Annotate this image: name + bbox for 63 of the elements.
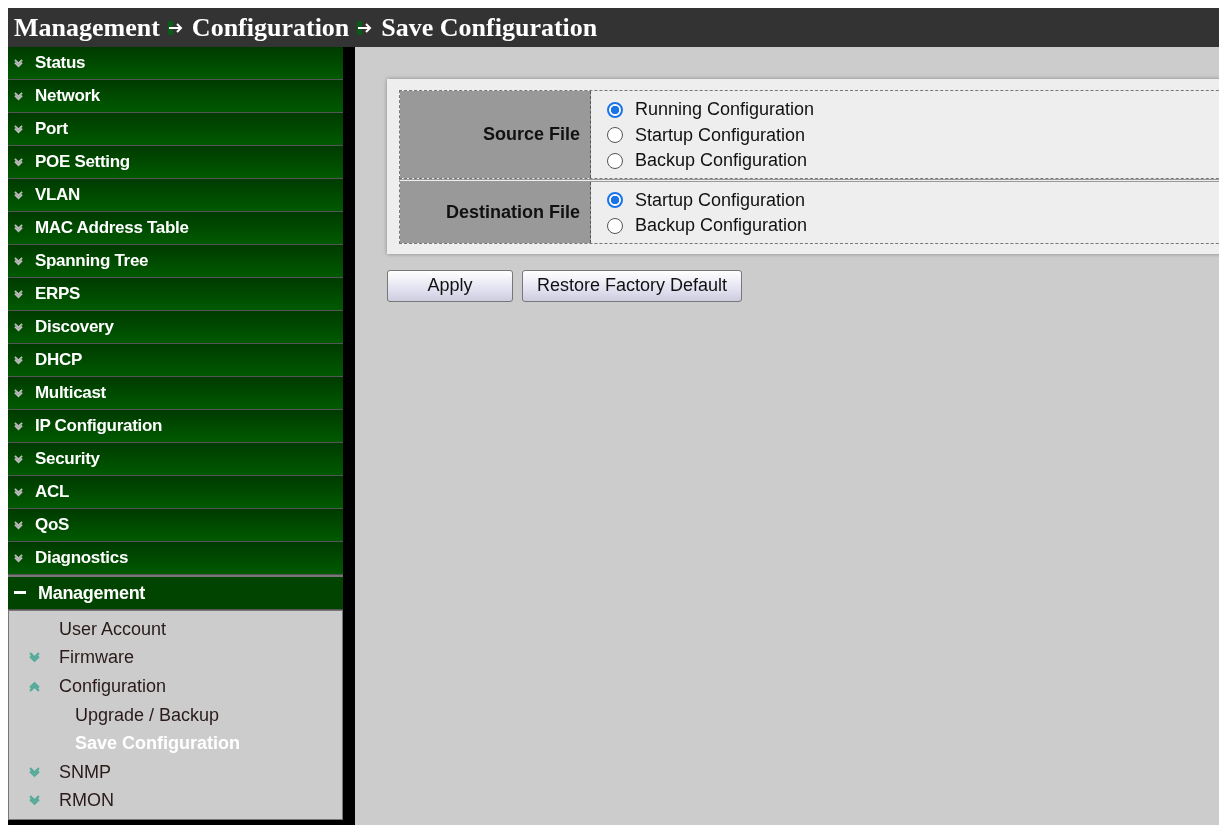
- sidebar-item[interactable]: IP Configuration: [8, 410, 343, 443]
- chevron-down-icon: [14, 91, 23, 101]
- radio-button[interactable]: [607, 127, 623, 144]
- minus-icon: [14, 591, 26, 595]
- chevron-down-icon: [14, 487, 23, 497]
- sidebar-item[interactable]: ACL: [8, 476, 343, 509]
- apply-button[interactable]: Apply: [387, 269, 513, 302]
- arrow-icon: [357, 20, 374, 35]
- radio-label: Startup Configuration: [635, 124, 806, 146]
- sidebar-subitem[interactable]: RMON: [59, 790, 114, 812]
- chevron-down-icon: [29, 652, 40, 664]
- sidebar-subitem[interactable]: SNMP: [59, 761, 111, 783]
- breadcrumb-item: Management: [14, 12, 160, 43]
- sidebar-item[interactable]: Status: [8, 47, 343, 80]
- field-label: Source File: [400, 91, 591, 178]
- radio-label: Backup Configuration: [635, 215, 808, 237]
- radio-label: Startup Configuration: [635, 189, 806, 211]
- chevron-down-icon: [14, 421, 23, 431]
- sidebar-item[interactable]: Security: [8, 443, 343, 476]
- sidebar-item[interactable]: Management: [8, 575, 343, 610]
- sidebar-subitem[interactable]: Firmware: [59, 647, 134, 669]
- chevron-down-icon: [14, 223, 23, 233]
- chevron-down-icon: [14, 58, 23, 68]
- sidebar-item[interactable]: Multicast: [8, 377, 343, 410]
- radio-button[interactable]: [607, 217, 623, 234]
- chevron-down-icon: [14, 355, 23, 365]
- sidebar-item[interactable]: VLAN: [8, 179, 343, 212]
- chevron-down-icon: [29, 766, 40, 778]
- sidebar-item[interactable]: POE Setting: [8, 146, 343, 179]
- sidebar-item[interactable]: Spanning Tree: [8, 245, 343, 278]
- sidebar-item[interactable]: Discovery: [8, 311, 343, 344]
- sidebar-item[interactable]: MAC Address Table: [8, 212, 343, 245]
- chevron-down-icon: [29, 795, 40, 807]
- chevron-down-icon: [14, 322, 23, 332]
- sidebar-item[interactable]: DHCP: [8, 344, 343, 377]
- chevron-down-icon: [14, 190, 23, 200]
- field-label: Destination File: [400, 181, 591, 243]
- radio-button[interactable]: [607, 192, 623, 209]
- sidebar-item[interactable]: Port: [8, 113, 343, 146]
- chevron-down-icon: [14, 289, 23, 299]
- chevron-down-icon: [14, 157, 23, 167]
- radio-label: Backup Configuration: [635, 150, 808, 172]
- sidebar-item[interactable]: Diagnostics: [8, 542, 343, 575]
- chevron-down-icon: [14, 256, 23, 266]
- chevron-down-icon: [14, 520, 23, 530]
- sidebar-item[interactable]: Network: [8, 80, 343, 113]
- arrow-icon: [167, 20, 184, 35]
- sidebar-subitem[interactable]: Configuration: [59, 676, 167, 697]
- breadcrumb-item: Save Configuration: [381, 12, 598, 43]
- sidebar-item[interactable]: QoS: [8, 509, 343, 542]
- chevron-down-icon: [14, 454, 23, 464]
- radio-button[interactable]: [607, 101, 623, 118]
- breadcrumb-item: Configuration: [191, 12, 350, 43]
- sidebar-subitem[interactable]: User Account: [59, 618, 167, 640]
- chevron-down-icon: [14, 388, 23, 398]
- radio-button[interactable]: [607, 152, 623, 169]
- restore-button[interactable]: Restore Factory Default: [522, 269, 743, 302]
- chevron-up-icon: [29, 681, 40, 692]
- sidebar-item[interactable]: ERPS: [8, 278, 343, 311]
- chevron-down-icon: [14, 124, 23, 134]
- sidebar-subitem[interactable]: Upgrade / Backup: [75, 704, 220, 726]
- radio-label: Running Configuration: [635, 99, 815, 121]
- chevron-down-icon: [14, 553, 23, 563]
